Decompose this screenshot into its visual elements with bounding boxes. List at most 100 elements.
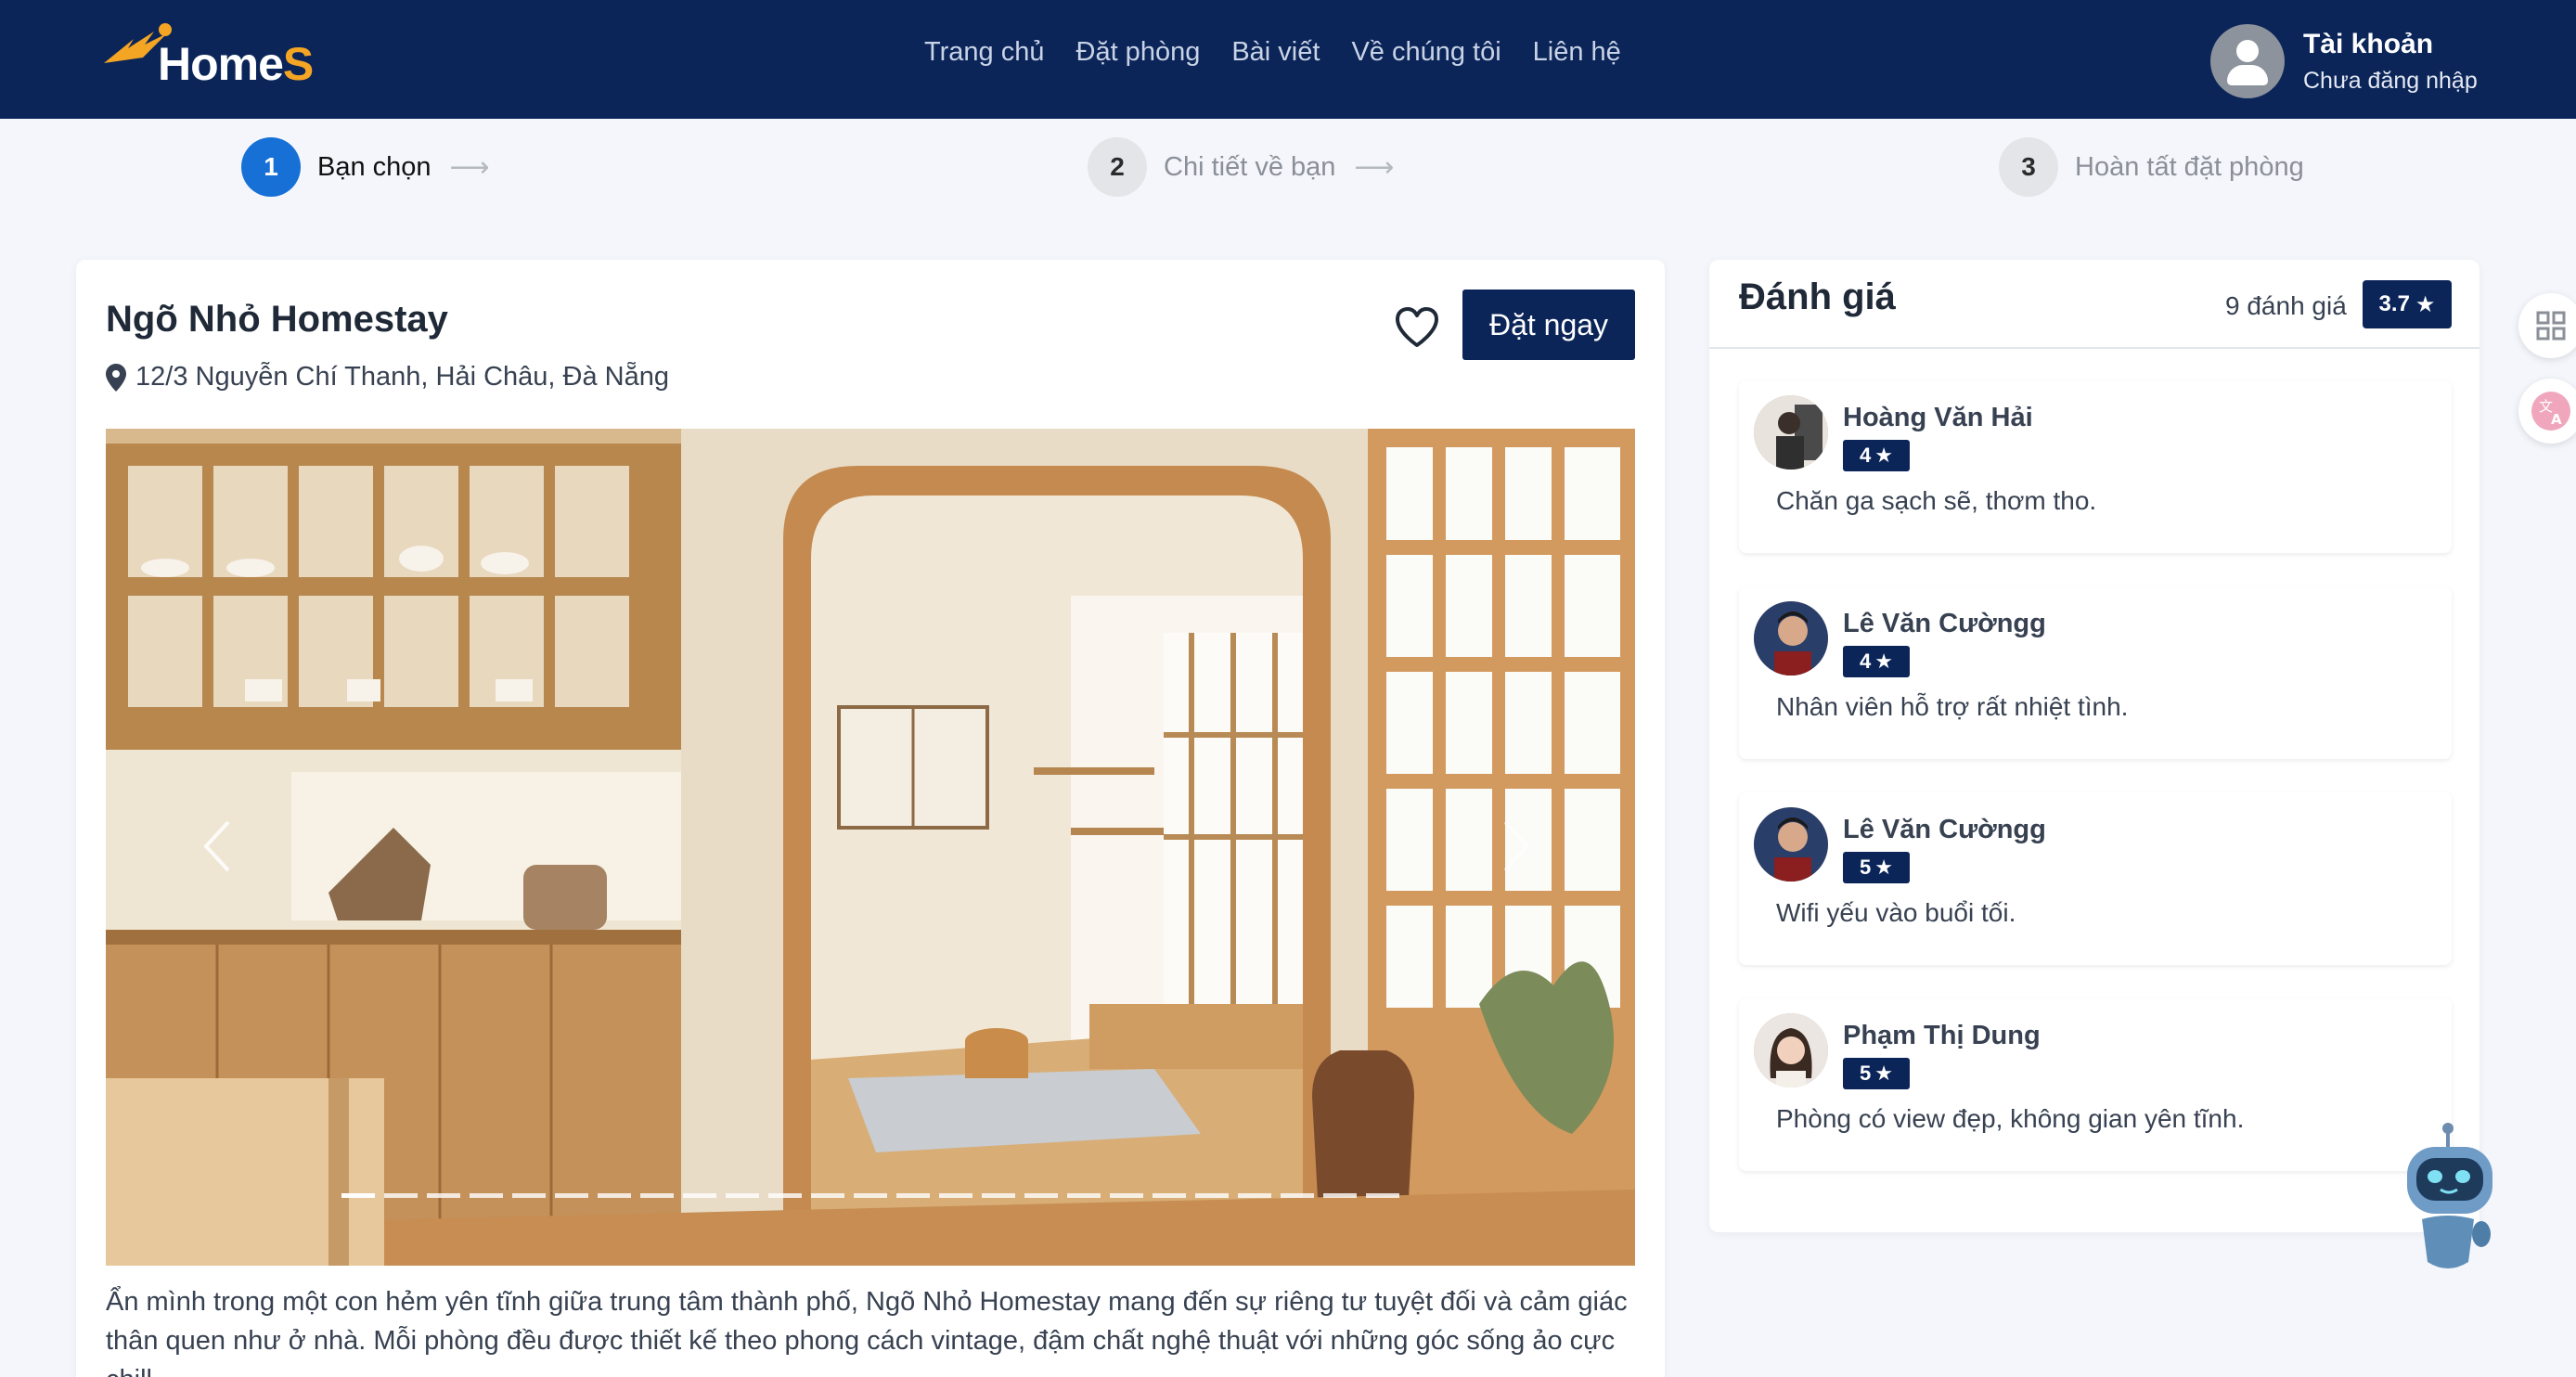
address-text: 12/3 Nguyễn Chí Thanh, Hải Châu, Đà Nẵng [135, 362, 669, 392]
nav-home[interactable]: Trang chủ [924, 37, 1045, 68]
star-icon: ★ [2415, 291, 2436, 317]
svg-text:A: A [2551, 411, 2562, 428]
carousel-indicators [341, 1193, 1399, 1198]
step-2: 2 Chi tiết về bạn ⟶ [1088, 137, 1394, 197]
reviewer-avatar [1754, 395, 1828, 470]
review-comment: Chăn ga sạch sẽ, thơm tho. [1776, 486, 2097, 515]
reviews-count: 9 đánh giá [2225, 291, 2347, 320]
carousel-dot[interactable] [1323, 1193, 1357, 1198]
review-card: Phạm Thị Dung 5 ★ Phòng có view đẹp, khôn… [1739, 998, 2452, 1171]
brand-name: HomeS [158, 38, 314, 90]
reviews-title: Đánh giá [1739, 277, 1896, 317]
carousel-dot[interactable] [640, 1193, 674, 1198]
account-title: Tài khoản [2303, 28, 2434, 59]
review-rating-badge: 4 ★ [1843, 440, 1910, 471]
step-2-label: Chi tiết về bạn [1164, 151, 1336, 182]
listing-description: Ẩn mình trong một con hẻm yên tĩnh giữa … [106, 1287, 1628, 1377]
carousel-dot[interactable] [1153, 1193, 1186, 1198]
step-3: 3 Hoàn tất đặt phòng [1999, 137, 2304, 197]
chatbot-robot-icon[interactable] [2394, 1123, 2505, 1290]
listing-card: Ngõ Nhỏ Homestay 12/3 Nguyễn Chí Thanh, … [76, 260, 1665, 1377]
star-icon: ★ [1874, 856, 1893, 879]
carousel-dot[interactable] [939, 1193, 972, 1198]
carousel-dot[interactable] [1281, 1193, 1314, 1198]
account-status: Chưa đăng nhập [2303, 67, 2478, 94]
book-now-button[interactable]: Đặt ngay [1462, 290, 1635, 360]
carousel-dot[interactable] [470, 1193, 503, 1198]
star-icon: ★ [1874, 444, 1893, 467]
map-pin-icon [106, 363, 126, 392]
listing-title: Ngõ Nhỏ Homestay [106, 299, 448, 340]
carousel-next-button[interactable] [1479, 800, 1553, 893]
user-avatar-icon [2210, 24, 2285, 98]
reviewer-name: Lê Văn Cườngg [1843, 815, 2046, 844]
arrow-right-icon: ⟶ [449, 151, 490, 183]
review-comment: Wifi yếu vào buổi tối. [1776, 898, 2016, 927]
carousel-dot[interactable] [1195, 1193, 1229, 1198]
reviews-header: Đánh giá 9 đánh giá 3.7 ★ [1709, 260, 2479, 349]
reviewer-name: Hoàng Văn Hải [1843, 403, 2033, 432]
carousel-dot[interactable] [1067, 1193, 1101, 1198]
reviews-panel: Đánh giá 9 đánh giá 3.7 ★ Hoàng Văn Hải … [1709, 260, 2479, 1232]
carousel-dot[interactable] [555, 1193, 588, 1198]
nav-posts[interactable]: Bài viết [1231, 37, 1320, 68]
account-menu[interactable]: Tài khoản Chưa đăng nhập [2210, 24, 2478, 98]
carousel-dot[interactable] [896, 1193, 930, 1198]
review-card: Hoàng Văn Hải 4 ★ Chăn ga sạch sẽ, thơm t… [1739, 380, 2452, 553]
translate-widget-button[interactable]: 文 A [2518, 379, 2576, 444]
carousel-dot[interactable] [768, 1193, 802, 1198]
review-rating-badge: 5 ★ [1843, 1058, 1910, 1089]
review-card: Lê Văn Cườngg 5 ★ Wifi yếu vào buổi tối. [1739, 792, 2452, 965]
average-rating-value: 3.7 [2378, 291, 2410, 316]
grid-apps-icon [2536, 311, 2566, 341]
average-rating-badge: 3.7 ★ [2363, 280, 2452, 328]
carousel-dot[interactable] [982, 1193, 1015, 1198]
star-icon: ★ [1874, 1062, 1893, 1085]
carousel-dot[interactable] [512, 1193, 546, 1198]
review-card: Lê Văn Cườngg 4 ★ Nhân viên hỗ trợ rất nh… [1739, 586, 2452, 759]
carousel-dot[interactable] [341, 1193, 375, 1198]
review-comment: Phòng có view đẹp, không gian yên tĩnh. [1776, 1104, 2245, 1133]
carousel-dot[interactable] [1366, 1193, 1399, 1198]
chevron-right-icon [1503, 820, 1530, 872]
review-comment: Nhân viên hỗ trợ rất nhiệt tình. [1776, 692, 2129, 721]
nav-booking[interactable]: Đặt phòng [1076, 37, 1201, 68]
carousel-dot[interactable] [854, 1193, 887, 1198]
carousel-dot[interactable] [1238, 1193, 1271, 1198]
qr-widget-button[interactable] [2518, 293, 2576, 358]
room-photo [106, 429, 1635, 1266]
carousel-prev-button[interactable] [180, 800, 254, 893]
step-3-label: Hoàn tất đặt phòng [2075, 151, 2304, 182]
translate-icon: 文 A [2531, 392, 2570, 431]
review-rating-badge: 4 ★ [1843, 646, 1910, 677]
carousel-dot[interactable] [598, 1193, 631, 1198]
carousel-dot[interactable] [683, 1193, 716, 1198]
nav-contact[interactable]: Liên hệ [1533, 37, 1621, 68]
review-rating-badge: 5 ★ [1843, 852, 1910, 883]
nav-about[interactable]: Về chúng tôi [1351, 37, 1501, 68]
step-3-number: 3 [1999, 137, 2058, 197]
listing-address: 12/3 Nguyễn Chí Thanh, Hải Châu, Đà Nẵng [106, 362, 669, 393]
favorite-heart-icon[interactable] [1392, 302, 1442, 353]
carousel-dot[interactable] [1024, 1193, 1058, 1198]
carousel-dot[interactable] [726, 1193, 759, 1198]
arrow-right-icon: ⟶ [1354, 151, 1395, 183]
carousel-dot[interactable] [1110, 1193, 1143, 1198]
reviewer-name: Phạm Thị Dung [1843, 1021, 2041, 1050]
carousel-dot[interactable] [427, 1193, 460, 1198]
main-nav: Trang chủ Đặt phòng Bài viết Về chúng tô… [924, 37, 1653, 68]
step-1-label: Bạn chọn [317, 151, 431, 182]
step-1: 1 Bạn chọn ⟶ [241, 137, 490, 197]
reviewer-avatar [1754, 807, 1828, 882]
step-1-number: 1 [241, 137, 301, 197]
listing-photo-carousel[interactable] [106, 429, 1635, 1266]
reviewer-name: Lê Văn Cườngg [1843, 609, 2046, 638]
carousel-dot[interactable] [384, 1193, 418, 1198]
star-icon: ★ [1874, 650, 1893, 673]
reviewer-avatar [1754, 601, 1828, 676]
chevron-left-icon [203, 820, 230, 872]
reviewer-avatar [1754, 1013, 1828, 1087]
top-navbar: HomeS Trang chủ Đặt phòng Bài viết Về ch… [0, 0, 2576, 119]
carousel-dot[interactable] [811, 1193, 844, 1198]
step-2-number: 2 [1088, 137, 1147, 197]
